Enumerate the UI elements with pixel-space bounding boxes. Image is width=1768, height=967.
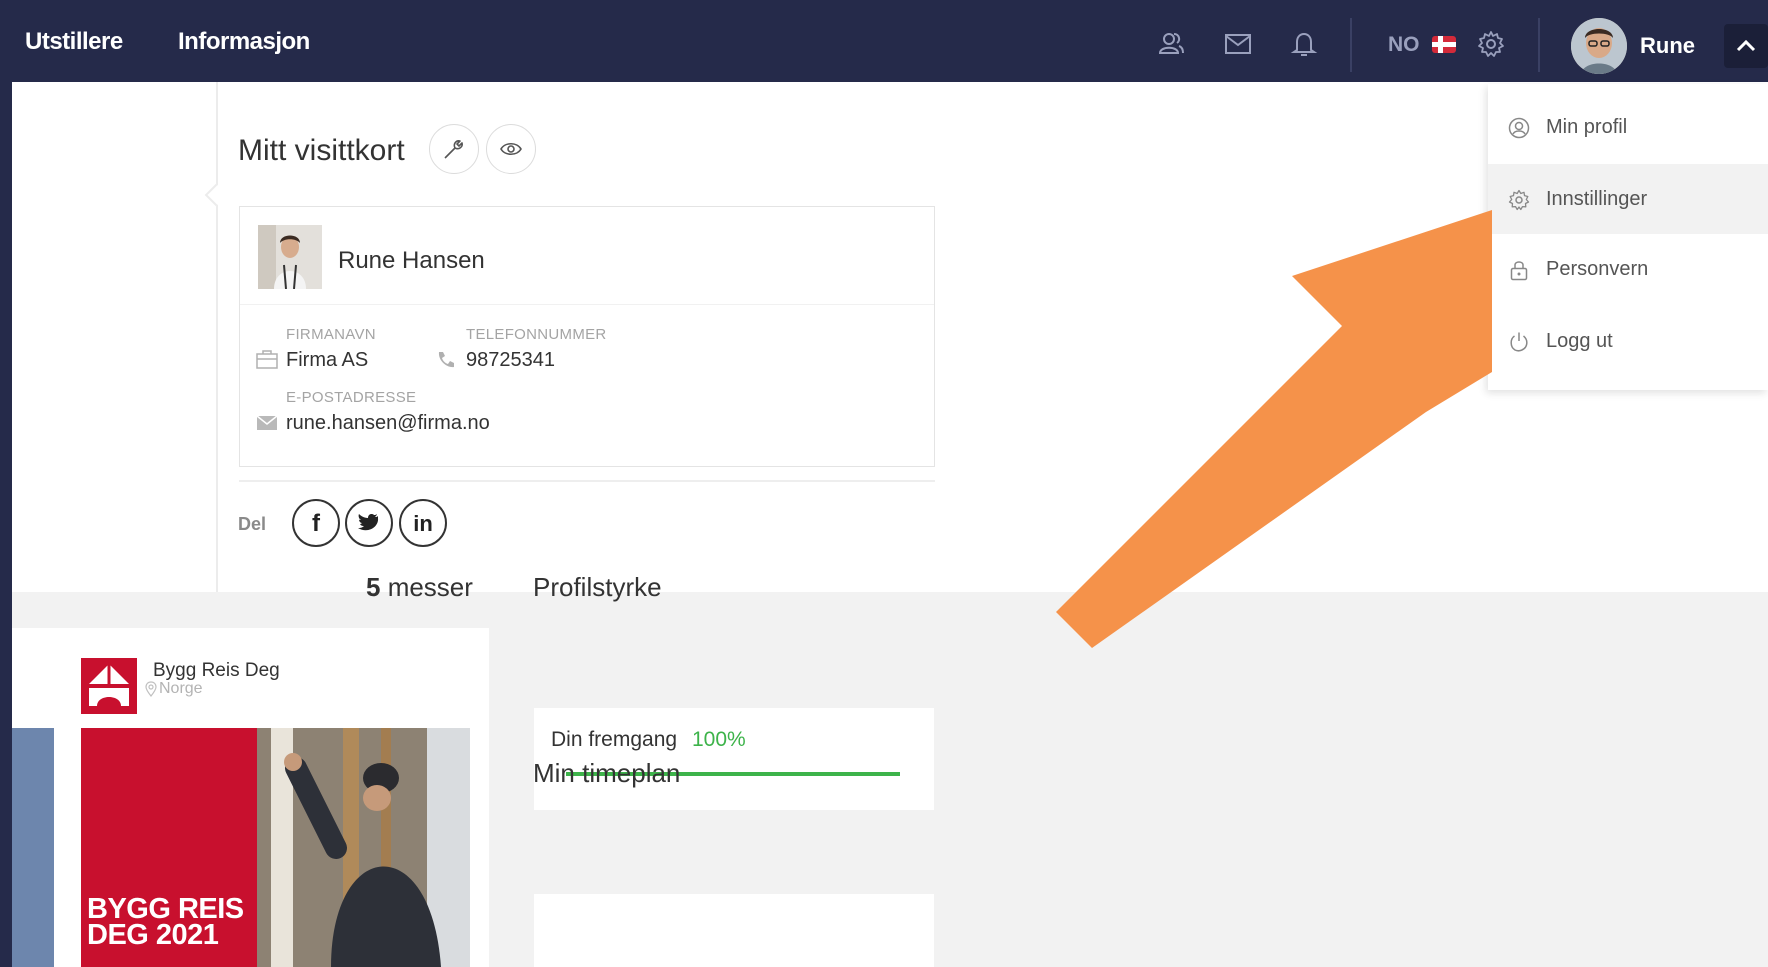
lock-icon bbox=[1510, 261, 1528, 281]
card-holder-name: Rune Hansen bbox=[338, 247, 485, 274]
email-value[interactable]: rune.hansen@firma.no bbox=[286, 412, 490, 435]
fair-banner-text: BYGG REIS DEG 2021 bbox=[87, 893, 244, 951]
gear-icon bbox=[1508, 189, 1530, 211]
previous-fair-image[interactable] bbox=[12, 728, 54, 967]
user-circle-icon bbox=[1508, 117, 1530, 139]
fair-location: Norge bbox=[159, 680, 203, 697]
annotation-arrow bbox=[1056, 210, 1492, 648]
mail-icon[interactable] bbox=[1224, 30, 1252, 58]
menu-item-label: Logg ut bbox=[1546, 330, 1613, 352]
menu-item-innstillinger[interactable]: Innstillinger bbox=[1488, 164, 1768, 234]
phone-value[interactable]: 98725341 bbox=[466, 349, 555, 372]
wrench-icon bbox=[444, 140, 463, 159]
nav-link-utstillere[interactable]: Utstillere bbox=[25, 28, 123, 56]
briefcase-icon bbox=[256, 350, 278, 369]
user-name[interactable]: Rune bbox=[1640, 33, 1695, 59]
linkedin-share-button[interactable]: in bbox=[399, 499, 447, 547]
user-menu-toggle-button[interactable] bbox=[1724, 24, 1768, 68]
fair-card[interactable]: Bygg Reis Deg Norge BYGG REIS DEG 2021 bbox=[12, 628, 489, 967]
twitter-share-button[interactable] bbox=[345, 499, 393, 547]
company-label: FIRMANAVN bbox=[286, 326, 376, 343]
profile-photo bbox=[258, 225, 322, 289]
schedule-card bbox=[534, 894, 934, 967]
fair-banner-image[interactable]: BYGG REIS DEG 2021 bbox=[81, 728, 470, 967]
edit-card-button[interactable] bbox=[429, 124, 479, 174]
nav-link-informasjon[interactable]: Informasjon bbox=[178, 28, 310, 56]
bell-icon[interactable] bbox=[1290, 30, 1318, 58]
fairs-count-suffix: messer bbox=[380, 572, 473, 602]
business-card: Rune Hansen FIRMANAVN Firma AS TELEFONNU… bbox=[239, 206, 935, 467]
profile-strength-title: Profilstyrke bbox=[533, 572, 662, 602]
section-divider bbox=[216, 82, 218, 592]
envelope-icon bbox=[256, 415, 278, 430]
menu-item-label: Innstillinger bbox=[1546, 188, 1648, 210]
gear-icon[interactable] bbox=[1477, 30, 1505, 58]
norway-flag-icon[interactable] bbox=[1432, 36, 1456, 53]
phone-label: TELEFONNUMMER bbox=[466, 326, 607, 343]
bygg-reis-deg-logo bbox=[81, 658, 137, 714]
share-divider bbox=[239, 480, 935, 482]
menu-item-label: Min profil bbox=[1546, 116, 1628, 138]
progress-label: Din fremgang bbox=[551, 728, 678, 751]
company-value: Firma AS bbox=[286, 349, 369, 371]
linkedin-icon: in bbox=[413, 511, 433, 536]
menu-item-label: Personvern bbox=[1546, 258, 1649, 280]
phone-icon bbox=[438, 352, 454, 368]
nav-divider bbox=[1350, 18, 1352, 72]
nav-divider bbox=[1538, 18, 1540, 72]
menu-item-logg-ut[interactable]: Logg ut bbox=[1488, 306, 1768, 376]
chevron-up-icon bbox=[1736, 39, 1756, 52]
fairs-count: 5 messer bbox=[366, 572, 473, 603]
preview-card-button[interactable] bbox=[486, 124, 536, 174]
location-pin-icon bbox=[145, 681, 157, 697]
facebook-share-button[interactable]: f bbox=[292, 499, 340, 547]
power-icon bbox=[1510, 332, 1528, 352]
progress-percentage: 100% bbox=[692, 728, 746, 751]
menu-item-personvern[interactable]: Personvern bbox=[1488, 234, 1768, 304]
facebook-icon: f bbox=[312, 510, 320, 537]
language-selector[interactable]: NO bbox=[1388, 33, 1420, 57]
share-label: Del bbox=[238, 514, 267, 534]
schedule-title: Min timeplan bbox=[533, 758, 681, 788]
fair-name[interactable]: Bygg Reis Deg bbox=[153, 660, 280, 682]
business-card-header: Rune Hansen bbox=[240, 207, 934, 305]
fairs-count-number: 5 bbox=[366, 572, 381, 602]
user-dropdown-menu: Min profil Innstillinger Personvern Logg… bbox=[1488, 84, 1768, 390]
eye-icon bbox=[500, 142, 522, 156]
contacts-icon[interactable] bbox=[1157, 30, 1185, 58]
twitter-icon bbox=[358, 514, 379, 531]
menu-item-min-profil[interactable]: Min profil bbox=[1488, 92, 1768, 162]
user-avatar[interactable] bbox=[1571, 18, 1627, 74]
section-pointer bbox=[204, 183, 228, 207]
business-card-title: Mitt visittkort bbox=[238, 134, 405, 167]
email-label: E-POSTADRESSE bbox=[286, 389, 417, 406]
top-navigation-bar: Utstillere Informasjon NO Rune bbox=[0, 0, 1768, 82]
